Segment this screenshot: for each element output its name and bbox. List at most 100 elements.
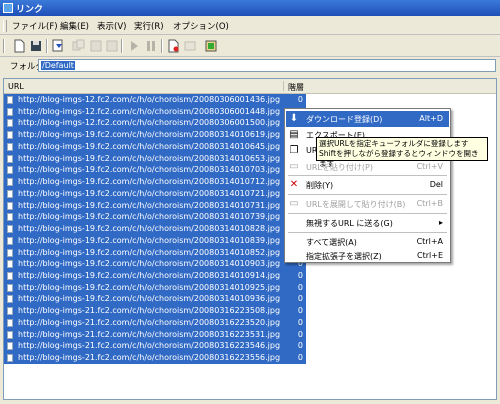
list-row[interactable]: http://blog-imgs-21.fc2.com/c/h/o/choroi…: [4, 340, 306, 353]
save-icon[interactable]: [29, 39, 43, 53]
file-icon: [7, 154, 13, 163]
file-icon: [7, 213, 13, 222]
row-count: 0: [297, 282, 303, 292]
menubar-grip[interactable]: [3, 20, 7, 32]
file-icon: [7, 307, 13, 316]
new-icon[interactable]: [12, 39, 26, 53]
file-icon: [7, 142, 13, 151]
list-row[interactable]: http://blog-imgs-19.fc2.com/c/h/o/choroi…: [4, 281, 306, 294]
page-icon[interactable]: [166, 39, 180, 53]
cut-icon[interactable]: [89, 39, 103, 53]
file-icon: [7, 354, 13, 363]
settings-icon[interactable]: [204, 39, 218, 53]
list-row[interactable]: http://blog-imgs-12.fc2.com/c/h/o/choroi…: [4, 117, 306, 130]
file-icon: [7, 166, 13, 175]
menu-separator: [288, 232, 447, 233]
menu-item-shortcut: Ctrl+B: [416, 199, 443, 208]
tooltip-line: 選択URLを指定キューフォルダに登録します: [319, 139, 469, 148]
row-url: http://blog-imgs-19.fc2.com/c/h/o/choroi…: [18, 188, 281, 198]
list-row[interactable]: http://blog-imgs-19.fc2.com/c/h/o/choroi…: [4, 199, 306, 212]
menu-item-download-register[interactable]: ⬇ ダウンロード登録(D) Alt+D: [286, 111, 449, 127]
list-row[interactable]: http://blog-imgs-19.fc2.com/c/h/o/choroi…: [4, 187, 306, 200]
column-header-count[interactable]: 階層: [288, 82, 304, 93]
menu-item-label: URLを展開して貼り付け(B): [306, 200, 406, 209]
row-url: http://blog-imgs-12.fc2.com/c/h/o/choroi…: [18, 118, 281, 128]
list-row[interactable]: http://blog-imgs-21.fc2.com/c/h/o/choroi…: [4, 328, 306, 341]
list-icon[interactable]: [183, 39, 197, 53]
row-url: http://blog-imgs-19.fc2.com/c/h/o/choroi…: [18, 235, 281, 245]
menu-item-shortcut: Ctrl+E: [417, 251, 443, 260]
list-row[interactable]: http://blog-imgs-19.fc2.com/c/h/o/choroi…: [4, 164, 306, 177]
file-icon: [7, 272, 13, 281]
menu-file[interactable]: ファイル(F): [12, 20, 58, 32]
menu-edit[interactable]: 編集(E): [60, 20, 89, 32]
app-icon: [3, 3, 13, 13]
row-url: http://blog-imgs-21.fc2.com/c/h/o/choroi…: [18, 329, 281, 339]
list-row[interactable]: http://blog-imgs-19.fc2.com/c/h/o/choroi…: [4, 293, 306, 306]
file-icon: [7, 342, 13, 351]
list-row[interactable]: http://blog-imgs-19.fc2.com/c/h/o/choroi…: [4, 176, 306, 188]
list-row[interactable]: http://blog-imgs-19.fc2.com/c/h/o/choroi…: [4, 140, 306, 153]
list-row[interactable]: http://blog-imgs-19.fc2.com/c/h/o/choroi…: [4, 223, 306, 235]
list-row[interactable]: http://blog-imgs-12.fc2.com/c/h/o/choroi…: [4, 94, 306, 106]
file-icon: [7, 225, 13, 234]
file-icon: [7, 201, 13, 210]
row-url: http://blog-imgs-19.fc2.com/c/h/o/choroi…: [18, 212, 281, 222]
menu-item-delete[interactable]: ✕ 削除(Y) Del: [286, 177, 449, 193]
folder-bar: フォルダ /Default: [0, 58, 500, 74]
copy-icon: ❐: [289, 145, 299, 156]
column-divider[interactable]: [283, 81, 284, 91]
column-header-url[interactable]: URL: [8, 82, 24, 91]
tooltip: 選択URLを指定キューフォルダに登録します Shiftを押しながら登録するとウィ…: [316, 137, 488, 168]
list-row[interactable]: http://blog-imgs-19.fc2.com/c/h/o/choroi…: [4, 152, 306, 165]
play-icon[interactable]: [127, 39, 141, 53]
list-row[interactable]: http://blog-imgs-19.fc2.com/c/h/o/choroi…: [4, 270, 306, 282]
menu-item-label: すべて選択(A): [306, 238, 357, 247]
title-bar[interactable]: リンク: [0, 0, 500, 16]
row-url: http://blog-imgs-12.fc2.com/c/h/o/choroi…: [18, 106, 281, 116]
row-url: http://blog-imgs-19.fc2.com/c/h/o/choroi…: [18, 153, 281, 163]
row-url: http://blog-imgs-21.fc2.com/c/h/o/choroi…: [18, 306, 281, 316]
file-icon: [7, 236, 13, 245]
row-count: 0: [297, 317, 303, 327]
row-count: 0: [297, 306, 303, 316]
list-row[interactable]: http://blog-imgs-19.fc2.com/c/h/o/choroi…: [4, 129, 306, 141]
row-count: 0: [297, 294, 303, 304]
folder-input[interactable]: /Default: [38, 59, 496, 72]
menu-view[interactable]: 表示(V): [97, 20, 126, 32]
list-row[interactable]: http://blog-imgs-19.fc2.com/c/h/o/choroi…: [4, 234, 306, 247]
list-row[interactable]: http://blog-imgs-21.fc2.com/c/h/o/choroi…: [4, 352, 306, 364]
pause-icon[interactable]: [144, 39, 158, 53]
list-row[interactable]: http://blog-imgs-19.fc2.com/c/h/o/choroi…: [4, 246, 306, 259]
menu-item-send-to-ignore[interactable]: 無視するURL に送る(G) ▸: [286, 215, 449, 231]
menu-item-select-extension[interactable]: 指定拡張子を選択(Z) Ctrl+E: [286, 248, 449, 264]
toolbar: [0, 36, 500, 57]
menu-options[interactable]: オプション(O): [173, 20, 229, 32]
menu-item-label: 無視するURL に送る(G): [306, 219, 393, 228]
file-icon: [7, 131, 13, 140]
toolbar-separator: [121, 39, 123, 53]
paste-icon[interactable]: [105, 39, 119, 53]
file-icon: [7, 283, 13, 292]
row-url: http://blog-imgs-19.fc2.com/c/h/o/choroi…: [18, 130, 281, 140]
list-row[interactable]: http://blog-imgs-21.fc2.com/c/h/o/choroi…: [4, 305, 306, 317]
row-url: http://blog-imgs-19.fc2.com/c/h/o/choroi…: [18, 282, 281, 292]
copy-icon[interactable]: [72, 39, 86, 53]
row-url: http://blog-imgs-19.fc2.com/c/h/o/choroi…: [18, 200, 281, 210]
menu-item-expand-paste[interactable]: ▭ URLを展開して貼り付け(B) Ctrl+B: [286, 196, 449, 212]
menu-item-label: 指定拡張子を選択(Z): [306, 252, 382, 261]
row-count: 0: [297, 95, 303, 104]
toolbar-separator: [161, 39, 163, 53]
list-row[interactable]: http://blog-imgs-21.fc2.com/c/h/o/choroi…: [4, 316, 306, 329]
list-row[interactable]: http://blog-imgs-12.fc2.com/c/h/o/choroi…: [4, 105, 306, 118]
list-row[interactable]: http://blog-imgs-19.fc2.com/c/h/o/choroi…: [4, 211, 306, 224]
file-icon: [7, 107, 13, 116]
list-row[interactable]: http://blog-imgs-19.fc2.com/c/h/o/choroi…: [4, 258, 306, 271]
row-url: http://blog-imgs-21.fc2.com/c/h/o/choroi…: [18, 317, 281, 327]
download-icon[interactable]: [51, 39, 65, 53]
file-icon: [7, 248, 13, 257]
menu-separator: [288, 175, 447, 176]
file-icon: [7, 295, 13, 304]
menu-run[interactable]: 実行(R): [134, 20, 164, 32]
delete-icon: ✕: [289, 179, 299, 190]
